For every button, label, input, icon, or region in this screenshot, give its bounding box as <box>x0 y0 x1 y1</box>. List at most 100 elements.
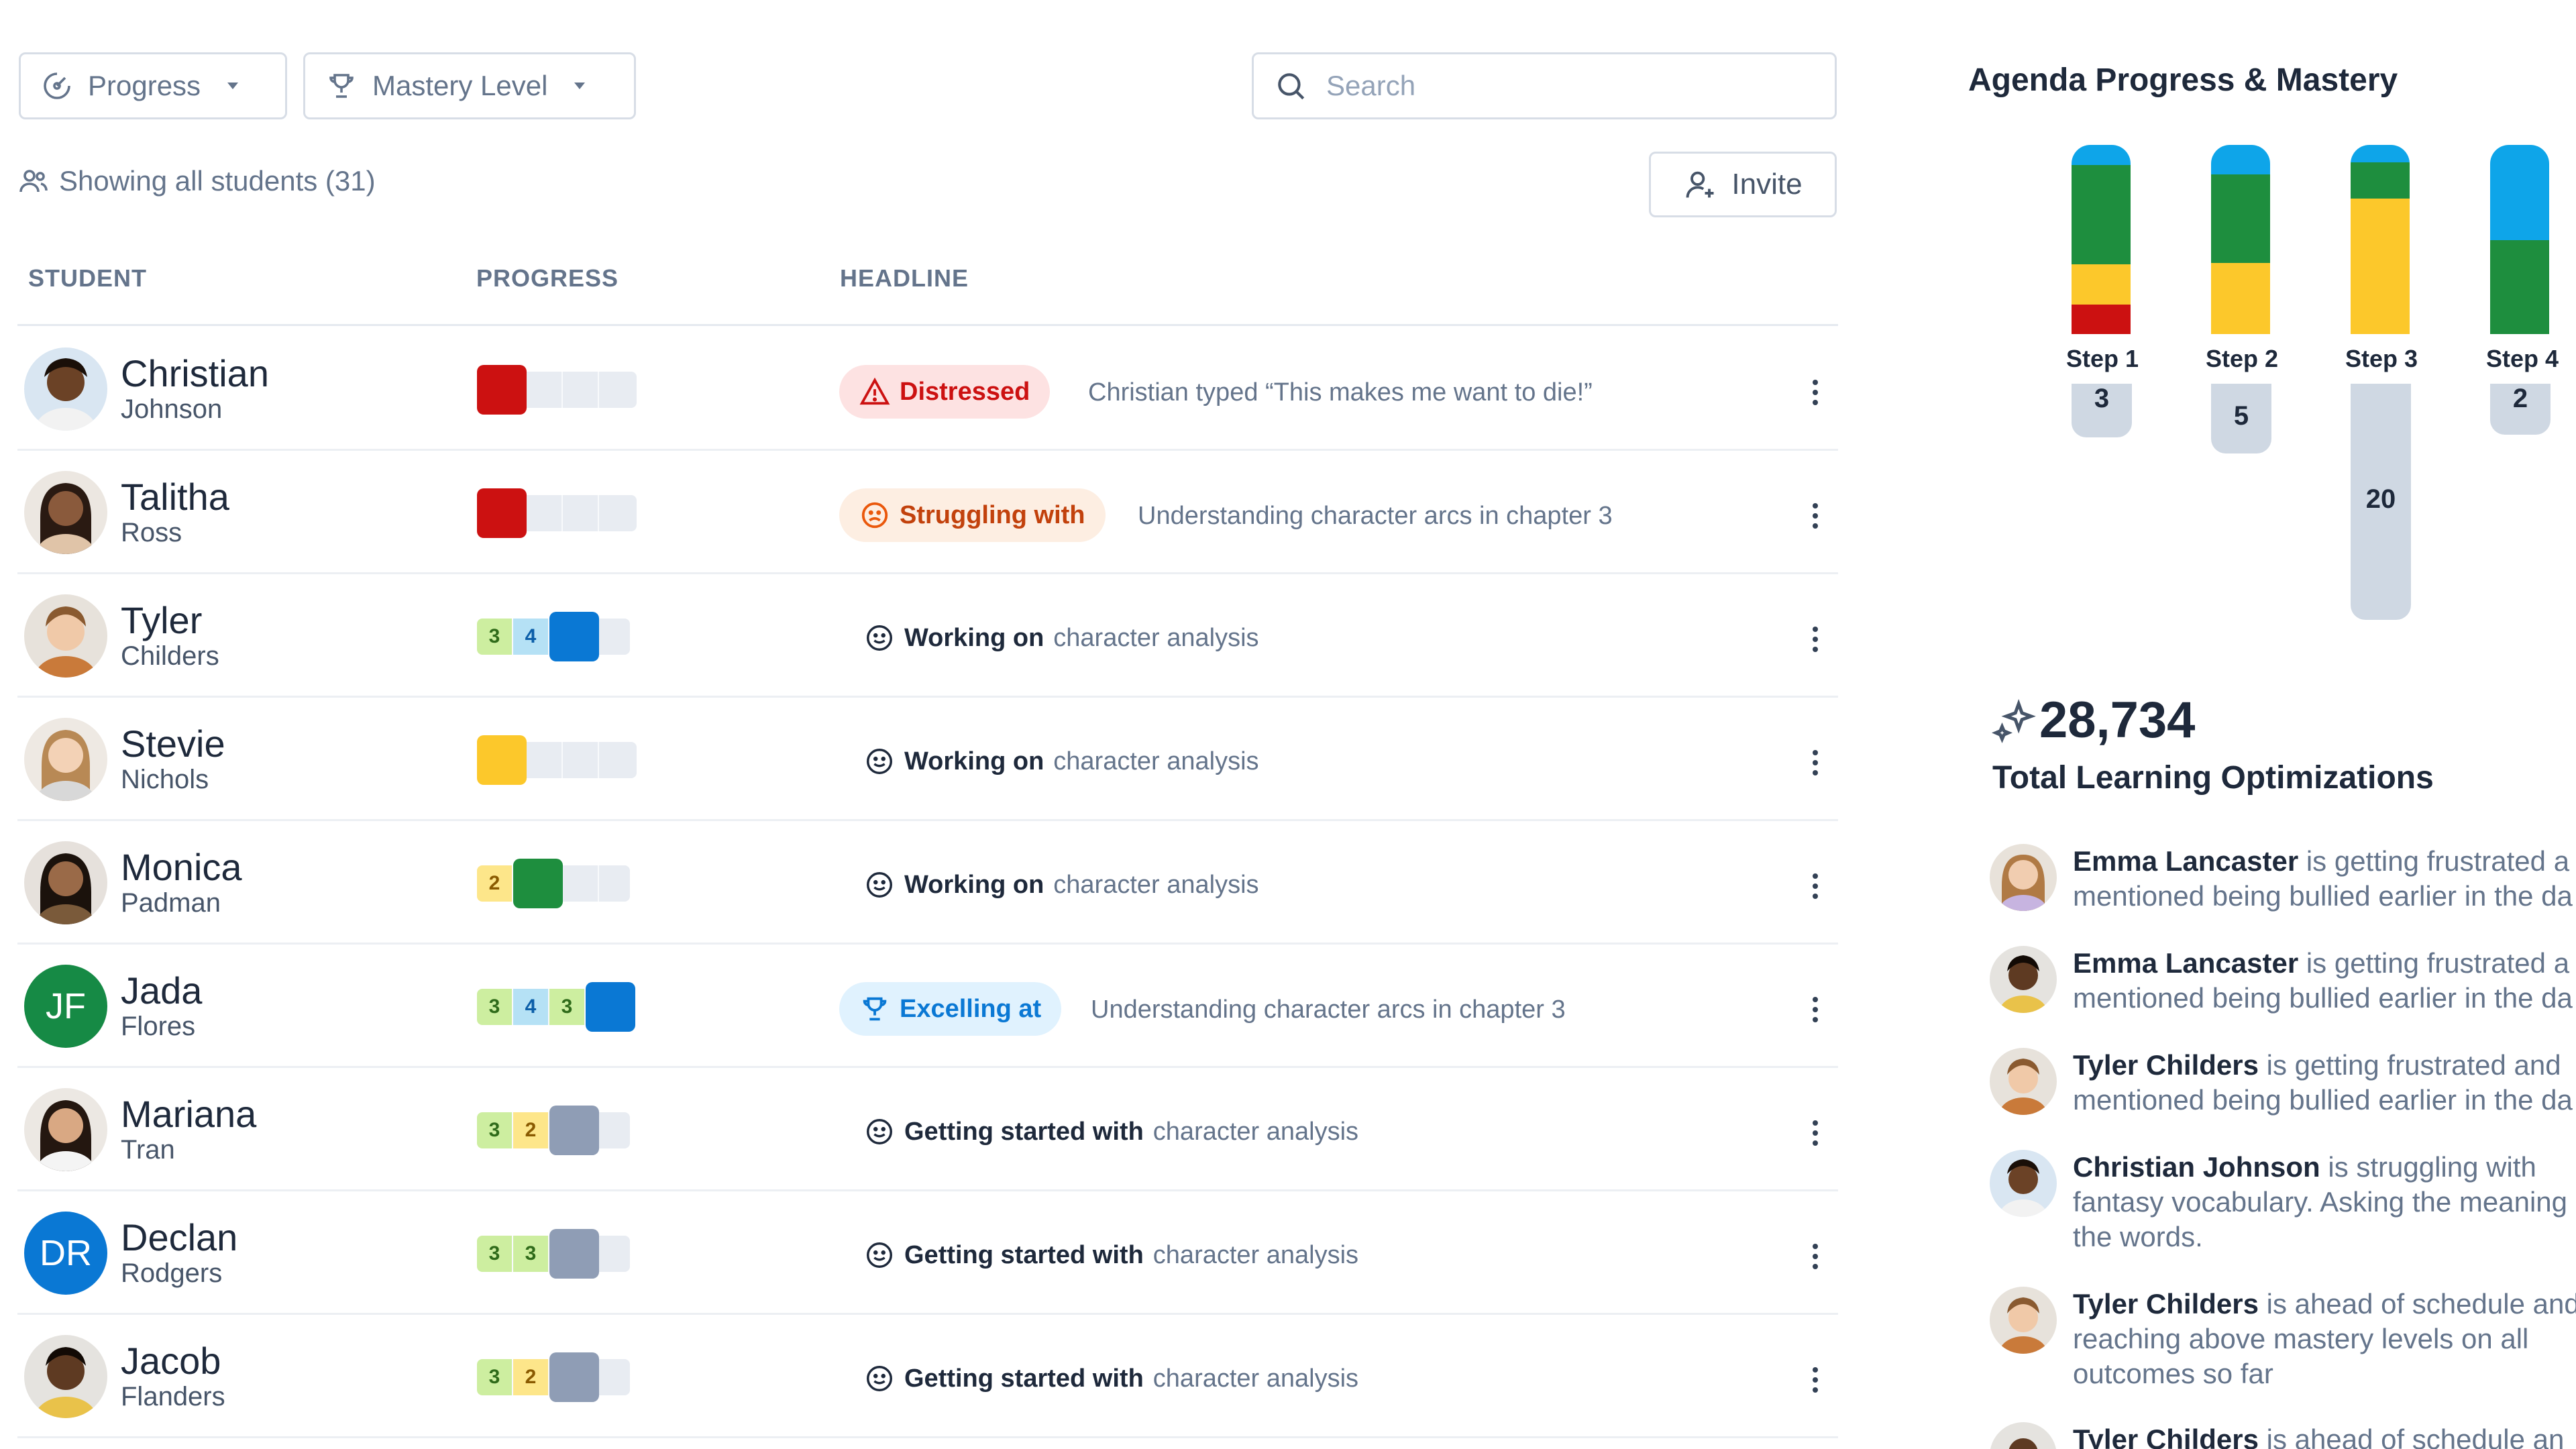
student-first-name[interactable]: Jacob <box>121 1339 221 1383</box>
headline-status-label: Getting started with <box>904 1240 1144 1269</box>
headline-status: Working on character analysis <box>864 623 1259 653</box>
activity-student-name: Emma Lancaster <box>2073 947 2299 979</box>
student-first-name[interactable]: Talitha <box>121 475 229 519</box>
step-4-mastery-bar[interactable] <box>2490 145 2549 334</box>
progress-step <box>563 742 599 778</box>
student-first-name[interactable]: Jada <box>121 969 202 1012</box>
progress-step-value: 4 <box>513 989 549 1025</box>
headline-detail: Christian typed “This makes me want to d… <box>1088 378 1593 407</box>
activity-feed-item[interactable]: Emma Lancaster is getting frustrated a me… <box>1990 844 2576 918</box>
student-first-name[interactable]: Declan <box>121 1216 237 1259</box>
student-first-name[interactable]: Tyler <box>121 598 202 642</box>
trophy-icon <box>863 997 887 1021</box>
row-menu-icon[interactable] <box>1809 623 1822 656</box>
activity-student-name: Tyler Childers <box>2073 1288 2259 1320</box>
step-1-mastery-bar[interactable] <box>2072 145 2131 334</box>
headline-detail: Understanding character arcs in chapter … <box>1138 502 1613 530</box>
row-menu-icon[interactable] <box>1809 1363 1822 1397</box>
row-menu-icon[interactable] <box>1809 1240 1822 1273</box>
headline-status: Getting started with character analysis <box>864 1116 1358 1147</box>
users-icon <box>19 170 48 193</box>
progress-gauge-icon <box>44 72 70 99</box>
headline-detail: character analysis <box>1053 623 1259 652</box>
activity-message: is ahead of schedule and <box>2258 1288 2576 1320</box>
progress-bar <box>477 488 637 538</box>
headline-column-header[interactable]: HEADLINE <box>840 264 969 292</box>
row-menu-icon[interactable] <box>1809 869 1822 903</box>
row-menu-icon[interactable] <box>1809 1116 1822 1150</box>
activity-message-continued: mentioned being bullied earlier in the d… <box>2073 1084 2573 1116</box>
activity-message: is getting frustrated and <box>2258 1049 2561 1081</box>
progress-step <box>599 742 637 778</box>
table-row[interactable]: Jacob Flanders 3 2 Getting started with … <box>17 1315 1838 1438</box>
activity-feed-item[interactable]: Christian Johnson is struggling with fant… <box>1990 1150 2576 1257</box>
step-2-mastery-bar[interactable] <box>2211 145 2270 334</box>
row-menu-icon[interactable] <box>1809 746 1822 780</box>
table-row[interactable]: Talitha Ross Struggling with Understandi… <box>17 451 1838 574</box>
headline-detail: character analysis <box>1053 747 1259 775</box>
activity-feed-item[interactable]: Tyler Childers is ahead of schedule and r… <box>1990 1287 2576 1394</box>
student-column-header[interactable]: STUDENT <box>28 264 147 292</box>
student-last-name: Flanders <box>121 1382 225 1411</box>
progress-step <box>527 495 563 531</box>
progress-bar: 3 3 <box>477 1229 630 1279</box>
invite-button[interactable]: Invite <box>1649 152 1837 217</box>
table-row[interactable]: Christian Johnson Distressed Christian t… <box>17 327 1838 451</box>
warning-icon <box>859 377 890 405</box>
headline-status-label: Working on <box>904 747 1044 775</box>
activity-feed-text: Tyler Childers is ahead of schedule and r… <box>2073 1287 2576 1391</box>
progress-step-value: 2 <box>477 865 513 902</box>
table-row[interactable]: Mariana Tran 3 2 Getting started with ch… <box>17 1068 1838 1191</box>
activity-student-name: Tyler Childers <box>2073 1049 2259 1081</box>
student-first-name[interactable]: Stevie <box>121 722 225 765</box>
avatar <box>24 1088 107 1171</box>
activity-student-name: Emma Lancaster <box>2073 845 2299 877</box>
avatar <box>24 347 107 431</box>
smile-icon <box>867 625 892 651</box>
table-row[interactable]: Tyler Childers 3 4 Working on character … <box>17 574 1838 698</box>
student-first-name[interactable]: Mariana <box>121 1092 256 1136</box>
table-row[interactable]: Stevie Nichols Working on character anal… <box>17 698 1838 821</box>
total-optimizations-label: Total Learning Optimizations <box>1992 760 2434 796</box>
activity-feed-item[interactable]: Tyler Childers is getting frustrated and… <box>1990 1048 2576 1122</box>
progress-bar: 3 4 3 <box>477 982 635 1032</box>
progress-step-value: 2 <box>513 1112 549 1148</box>
table-row[interactable]: JF Jada Flores 3 4 3 Excelling at Unders… <box>17 945 1838 1068</box>
search-box[interactable] <box>1252 52 1837 119</box>
student-first-name[interactable]: Monica <box>121 845 242 889</box>
chevron-down-icon <box>574 83 586 89</box>
progress-step <box>549 612 599 661</box>
progress-step <box>549 1352 599 1402</box>
progress-column-header[interactable]: PROGRESS <box>476 264 619 292</box>
search-input[interactable] <box>1326 70 1796 102</box>
row-menu-icon[interactable] <box>1809 993 1822 1026</box>
progress-step-value: 3 <box>477 619 513 655</box>
table-row[interactable]: Monica Padman 2 Working on character ana… <box>17 821 1838 945</box>
avatar <box>24 471 107 554</box>
row-menu-icon[interactable] <box>1809 376 1822 409</box>
progress-step-value: 3 <box>549 989 586 1025</box>
progress-filter-dropdown[interactable]: Progress <box>19 52 287 119</box>
progress-bar: 2 <box>477 859 630 908</box>
total-optimizations-value: 28,734 <box>2039 692 2196 749</box>
headline-status: Getting started with character analysis <box>864 1240 1358 1271</box>
progress-step <box>527 742 563 778</box>
avatar <box>1990 844 2057 911</box>
activity-feed-item[interactable]: Emma Lancaster is getting frustrated a me… <box>1990 946 2576 1020</box>
avatar <box>1990 1048 2057 1115</box>
progress-step <box>477 365 527 415</box>
progress-step <box>599 495 637 531</box>
activity-feed-text: Emma Lancaster is getting frustrated a me… <box>2073 946 2576 1016</box>
row-menu-icon[interactable] <box>1809 499 1822 533</box>
showing-students-label: Showing all students (31) <box>59 165 376 197</box>
search-icon <box>1278 73 1305 100</box>
mastery-filter-dropdown[interactable]: Mastery Level <box>303 52 636 119</box>
table-row[interactable]: DR Declan Rodgers 3 3 Getting started wi… <box>17 1191 1838 1315</box>
activity-feed-item[interactable]: Tyler Childers is ahead of schedule an <box>1990 1422 2576 1449</box>
step-3-mastery-bar[interactable] <box>2351 145 2410 334</box>
status-badge-label: Struggling with <box>900 500 1085 529</box>
add-user-icon <box>1686 171 1714 198</box>
progress-step-value: 3 <box>477 989 513 1025</box>
step-count: 3 <box>2072 384 2132 437</box>
student-first-name[interactable]: Christian <box>121 352 269 395</box>
